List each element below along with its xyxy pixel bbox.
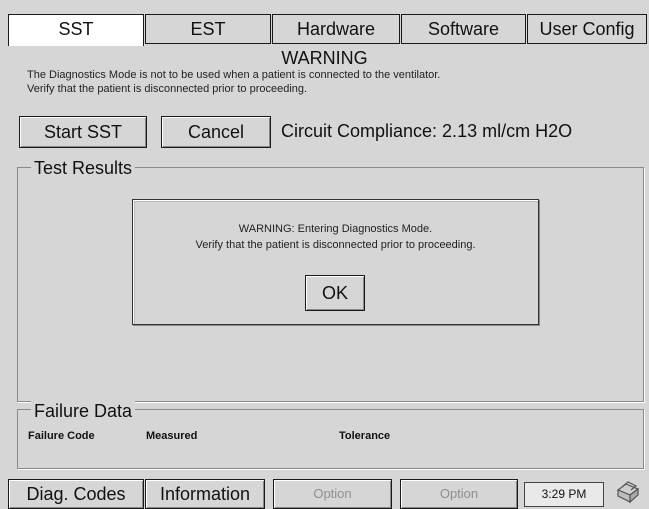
- printer-icon[interactable]: [612, 480, 642, 506]
- tab-est[interactable]: EST: [145, 14, 271, 44]
- tab-user-config[interactable]: User Config: [527, 14, 647, 44]
- tab-sst[interactable]: SST: [8, 14, 144, 46]
- test-results-title: Test Results: [31, 158, 136, 179]
- ok-button[interactable]: OK: [305, 275, 365, 311]
- column-header-failure-code: Failure Code: [28, 430, 95, 442]
- warning-text-line-2: Verify that the patient is disconnected …: [27, 83, 308, 95]
- clock-display: 3:29 PM: [524, 482, 604, 507]
- dialog-message-line-1: WARNING: Entering Diagnostics Mode.: [238, 223, 433, 235]
- failure-data-title: Failure Data: [31, 401, 136, 422]
- dialog-message-line-2: Verify that the patient is disconnected …: [195, 239, 476, 251]
- tab-software[interactable]: Software: [401, 14, 526, 44]
- warning-title: WARNING: [281, 48, 368, 68]
- sst-screen: SST EST Hardware Software User Config WA…: [0, 0, 649, 509]
- cancel-button[interactable]: Cancel: [161, 116, 271, 148]
- option-button-2[interactable]: Option: [400, 479, 518, 509]
- circuit-compliance-readout: Circuit Compliance: 2.13 ml/cm H2O: [281, 121, 573, 141]
- information-button[interactable]: Information: [145, 479, 265, 509]
- diagnostics-warning-dialog: WARNING: Entering Diagnostics Mode. Veri…: [132, 199, 539, 325]
- option-button-1[interactable]: Option: [273, 479, 392, 509]
- diag-codes-button[interactable]: Diag. Codes: [8, 479, 144, 509]
- column-header-measured: Measured: [146, 430, 198, 442]
- tab-hardware[interactable]: Hardware: [272, 14, 400, 44]
- column-header-tolerance: Tolerance: [339, 430, 391, 442]
- warning-text-line-1: The Diagnostics Mode is not to be used w…: [27, 69, 441, 81]
- tab-bar: SST EST Hardware Software User Config: [8, 14, 647, 46]
- start-sst-button[interactable]: Start SST: [19, 116, 147, 148]
